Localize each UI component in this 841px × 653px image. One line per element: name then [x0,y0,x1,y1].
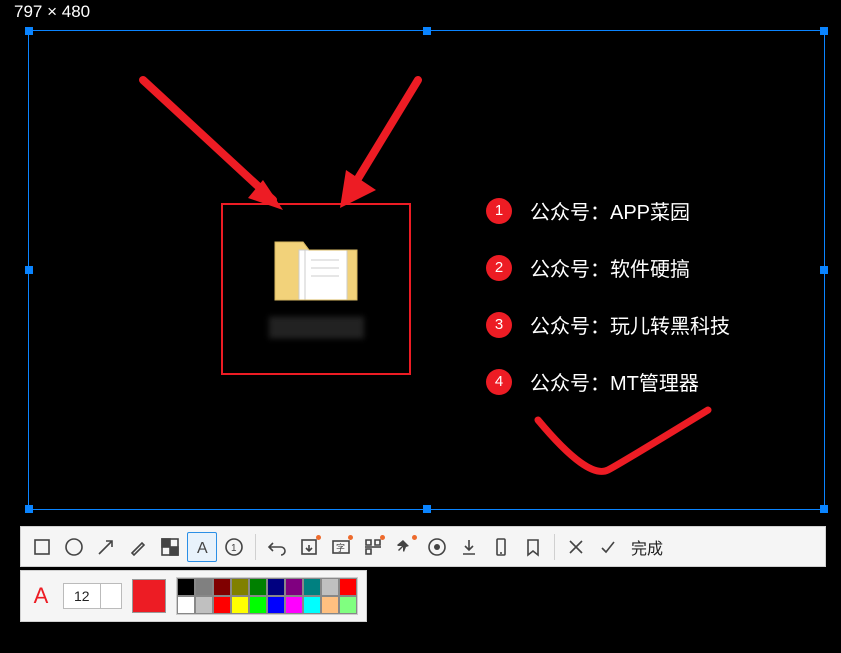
annotation-text: 公众号：MT管理器 [530,367,699,396]
tool-long-screenshot[interactable] [294,532,324,562]
color-swatch[interactable] [267,596,285,614]
color-swatch[interactable] [285,596,303,614]
capture-canvas: ████████ 1 公众号：APP菜园 2 公众号：软件硬搞 3 公众号：玩儿… [28,30,825,510]
screenshot-toolbar: A 1 字 完成 [20,526,826,567]
color-swatch[interactable] [339,596,357,614]
text-annotation[interactable]: 4 公众号：MT管理器 [486,367,806,396]
tool-arrow[interactable] [91,532,121,562]
tool-text[interactable]: A [187,532,217,562]
new-dot-icon [380,535,385,540]
color-swatch[interactable] [195,578,213,596]
chevron-down-icon [100,584,121,608]
color-swatch[interactable] [339,578,357,596]
toolbar-separator [554,534,555,560]
color-swatch[interactable] [303,578,321,596]
folder-icon [271,230,361,309]
highlight-rectangle[interactable]: ████████ [221,203,411,375]
text-tool-indicator: A [29,583,53,609]
done-button[interactable]: 完成 [625,535,669,559]
tool-mosaic[interactable] [155,532,185,562]
color-swatch[interactable] [321,578,339,596]
text-annotation[interactable]: 2 公众号：软件硬搞 [486,253,806,282]
color-swatch[interactable] [213,578,231,596]
annotation-text: 公众号：玩儿转黑科技 [530,310,730,339]
tool-rectangle[interactable] [27,532,57,562]
new-dot-icon [348,535,353,540]
tool-scan-qr[interactable] [358,532,388,562]
font-size-select[interactable]: 12 [63,583,122,609]
tool-download[interactable] [454,532,484,562]
number-badge: 4 [486,369,512,395]
tool-numbered-badge[interactable]: 1 [219,532,249,562]
current-color-swatch[interactable] [132,579,166,613]
freehand-check[interactable] [518,400,728,490]
svg-text:A: A [197,540,208,557]
tool-record[interactable] [422,532,452,562]
color-swatch[interactable] [177,596,195,614]
svg-text:1: 1 [231,543,237,554]
svg-text:字: 字 [336,542,345,553]
color-swatch[interactable] [285,578,303,596]
cancel-button[interactable] [561,532,591,562]
number-badge: 1 [486,198,512,224]
text-annotation-group: 1 公众号：APP菜园 2 公众号：软件硬搞 3 公众号：玩儿转黑科技 4 公众… [486,168,806,424]
text-annotation[interactable]: 1 公众号：APP菜园 [486,196,806,225]
tool-pencil[interactable] [123,532,153,562]
color-palette [176,577,358,615]
color-swatch[interactable] [231,596,249,614]
color-swatch[interactable] [267,578,285,596]
folder-label: ████████ [269,317,363,338]
tool-send-phone[interactable] [486,532,516,562]
confirm-icon[interactable] [593,532,623,562]
selection-dimensions: 797 × 480 [14,2,90,22]
toolbar-separator [255,534,256,560]
color-swatch[interactable] [249,596,267,614]
color-swatch[interactable] [249,578,267,596]
tool-pin[interactable] [390,532,420,562]
color-swatch[interactable] [321,596,339,614]
number-badge: 3 [486,312,512,338]
color-swatch[interactable] [195,596,213,614]
tool-ellipse[interactable] [59,532,89,562]
color-swatch[interactable] [177,578,195,596]
text-style-panel: A 12 [20,570,367,622]
annotation-text: 公众号：软件硬搞 [530,253,690,282]
tool-undo[interactable] [262,532,292,562]
annotation-text: 公众号：APP菜园 [530,196,690,225]
text-annotation[interactable]: 3 公众号：玩儿转黑科技 [486,310,806,339]
tool-collect[interactable] [518,532,548,562]
color-swatch[interactable] [303,596,321,614]
new-dot-icon [316,535,321,540]
color-swatch[interactable] [231,578,249,596]
number-badge: 2 [486,255,512,281]
color-swatch[interactable] [213,596,231,614]
tool-ocr[interactable]: 字 [326,532,356,562]
font-size-value: 12 [64,588,100,604]
new-dot-icon [412,535,417,540]
